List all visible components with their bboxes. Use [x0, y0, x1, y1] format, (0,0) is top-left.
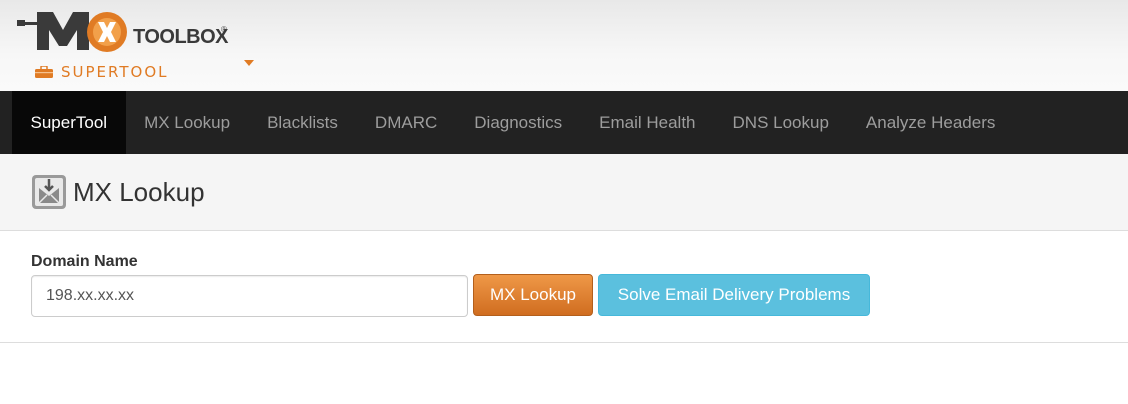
mx-logo-mark [17, 12, 127, 52]
nav-item-dmarc[interactable]: DMARC [356, 91, 455, 154]
envelope-download-icon [32, 175, 66, 209]
nav-item-mx-lookup[interactable]: MX Lookup [126, 91, 249, 154]
nav-item-analyze-headers[interactable]: Analyze Headers [847, 91, 1013, 154]
nav-item-blacklists[interactable]: Blacklists [249, 91, 357, 154]
logo-toolbox-text: TOOLBOX [133, 26, 229, 48]
domain-name-label: Domain Name [31, 253, 138, 270]
page-header: MX Lookup [0, 154, 1128, 231]
toolbox-icon [35, 66, 53, 78]
solve-email-delivery-button[interactable]: Solve Email Delivery Problems [598, 274, 870, 316]
nav-item-email-health[interactable]: Email Health [581, 91, 714, 154]
mx-lookup-button[interactable]: MX Lookup [473, 274, 593, 316]
nav-item-diagnostics[interactable]: Diagnostics [456, 91, 581, 154]
page-title: MX Lookup [73, 176, 205, 207]
lookup-form: Domain Name MX Lookup Solve Email Delive… [0, 231, 1128, 343]
nav-item-dns-lookup[interactable]: DNS Lookup [714, 91, 847, 154]
supertool-label: SUPERTOOL [61, 63, 169, 81]
site-header: TOOLBOX ® SUPERTOOL [0, 0, 1128, 91]
domain-name-input[interactable] [31, 275, 468, 317]
nav-item-supertool[interactable]: SuperTool [12, 91, 126, 154]
registered-mark: ® [221, 25, 227, 34]
mxtoolbox-logo[interactable]: TOOLBOX ® SUPERTOOL [15, 8, 275, 84]
supertool-brand: SUPERTOOL [35, 62, 169, 82]
main-navbar: SuperTool MX Lookup Blacklists DMARC Dia… [0, 91, 1128, 154]
chevron-down-icon[interactable] [244, 60, 254, 66]
